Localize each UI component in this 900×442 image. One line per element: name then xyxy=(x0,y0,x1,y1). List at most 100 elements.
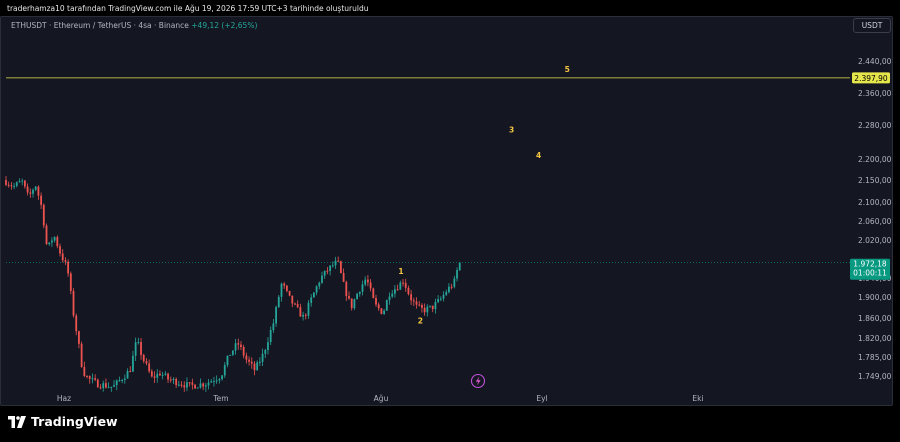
candle-body xyxy=(437,299,440,303)
candle-body xyxy=(250,361,253,364)
candle-body xyxy=(431,305,434,310)
candle-body xyxy=(88,376,91,379)
candle-body xyxy=(439,298,442,300)
candle-body xyxy=(123,378,126,381)
candle-body xyxy=(110,386,113,388)
candle-body xyxy=(304,314,307,316)
candle-body xyxy=(223,365,226,376)
candle-body xyxy=(67,261,70,274)
candle-body xyxy=(388,296,391,301)
candle-body xyxy=(380,308,383,314)
tradingview-logo[interactable]: TradingView xyxy=(8,414,118,429)
candle-body xyxy=(261,353,264,362)
candle-body xyxy=(148,363,151,372)
candle-body xyxy=(240,344,242,348)
candle-body xyxy=(329,265,331,272)
candle-body xyxy=(105,383,107,388)
currency-selector[interactable]: USDT xyxy=(853,18,891,33)
candle-body xyxy=(99,387,102,389)
wave-label-3: 3 xyxy=(509,125,514,134)
symbol-info: ETHUSDT · Ethereum / TetherUS · 4sa · Bi… xyxy=(11,21,257,30)
price-tick-label: 1.820,00 xyxy=(858,334,892,343)
candle-body xyxy=(21,180,24,182)
time-tick-label: Haz xyxy=(57,394,71,403)
candle-body xyxy=(283,283,286,286)
candle-body xyxy=(421,304,423,308)
candle-body xyxy=(450,286,453,288)
candle-body xyxy=(453,278,456,287)
candle-body xyxy=(86,375,88,377)
candle-body xyxy=(296,304,299,308)
candle-body xyxy=(129,370,132,372)
candle-body xyxy=(169,379,172,381)
candle-body xyxy=(59,246,61,254)
price-tick-label: 2.100,00 xyxy=(858,198,892,207)
candle-body xyxy=(96,379,99,388)
candle-body xyxy=(242,347,245,356)
tradingview-logo-icon xyxy=(8,415,26,428)
candle-body xyxy=(267,342,269,350)
candle-body xyxy=(367,279,369,283)
candle-body xyxy=(29,192,32,194)
price-chart[interactable]: 2.440,00 2.360,00 2.280,00 2.200,00 2.150,00… xyxy=(0,0,900,442)
candle-body xyxy=(126,370,129,379)
candle-body xyxy=(269,330,272,343)
price-tick-label: 1.860,00 xyxy=(858,314,892,323)
candle-body xyxy=(353,299,356,309)
candle-body xyxy=(150,371,153,377)
candle-body xyxy=(72,290,75,316)
candle-body xyxy=(299,307,302,317)
candle-body xyxy=(404,282,407,288)
candle-body xyxy=(342,272,345,282)
candle-body xyxy=(423,307,426,313)
candle-body xyxy=(456,270,458,279)
candle-body xyxy=(213,381,215,383)
candle-body xyxy=(237,343,240,345)
candle-body xyxy=(372,288,375,299)
candle-body xyxy=(175,378,178,386)
candle-body xyxy=(177,384,180,386)
candle-body xyxy=(153,376,156,378)
candle-body xyxy=(172,378,175,381)
candle-body xyxy=(7,184,10,186)
wave-label-2: 2 xyxy=(418,317,423,326)
candle-body xyxy=(42,204,45,226)
candle-body xyxy=(140,342,142,355)
candle-body xyxy=(412,300,415,302)
candle-body xyxy=(383,310,386,314)
candle-body xyxy=(275,307,277,324)
candle-body xyxy=(377,304,380,309)
candle-body xyxy=(277,296,280,308)
candle-body xyxy=(121,380,124,382)
candle-body xyxy=(107,387,110,389)
candle-body xyxy=(91,378,94,380)
candle-body xyxy=(434,302,437,310)
candle-body xyxy=(399,282,402,290)
candle-body xyxy=(258,361,261,363)
price-tick-label: 1.785,00 xyxy=(858,353,892,362)
price-axis-layer: 2.440,00 2.360,00 2.280,00 2.200,00 2.150,00… xyxy=(858,57,892,381)
price-tick-label: 2.360,00 xyxy=(858,89,892,98)
brand-name: TradingView xyxy=(31,414,118,429)
candle-body xyxy=(337,260,340,262)
candle-body xyxy=(137,342,140,344)
last-price-tag-countdown: 01:00:11 xyxy=(853,269,887,278)
candle-body xyxy=(183,385,186,388)
candle-body xyxy=(196,387,199,389)
candle-body xyxy=(442,294,445,299)
candle-body xyxy=(248,359,250,362)
wave-labels-layer: 1 2 3 4 5 xyxy=(398,65,569,326)
candle-body xyxy=(407,287,410,295)
candle-body xyxy=(350,298,353,309)
candle-body xyxy=(13,185,16,187)
candle-body xyxy=(315,286,318,293)
candle-body xyxy=(156,373,159,378)
candle-body xyxy=(458,262,461,271)
candle-body xyxy=(415,301,418,305)
candle-body xyxy=(221,375,223,380)
candle-body xyxy=(207,382,210,386)
candle-body xyxy=(358,291,361,294)
candle-body xyxy=(142,354,145,362)
candle-body xyxy=(272,323,275,331)
candle-body xyxy=(164,373,167,375)
